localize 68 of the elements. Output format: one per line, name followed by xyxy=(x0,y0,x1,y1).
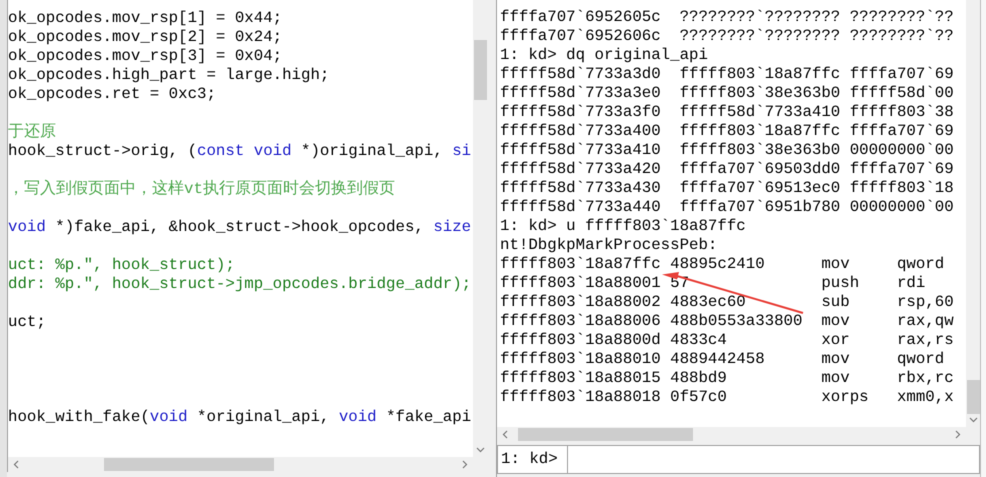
scrollbar-thumb[interactable] xyxy=(474,40,487,100)
address-text: fffff803`18a88001 xyxy=(500,274,662,293)
scroll-down-icon[interactable] xyxy=(969,417,978,423)
code-line: uct: %p.", hook_struct); xyxy=(8,256,235,275)
code-line: ok_opcodes.mov_rsp[3] = 0x04; xyxy=(8,47,282,66)
output-line: 1: kd> u fffff803`18a87ffc xyxy=(500,217,746,235)
operand-text: xmm0,x xyxy=(896,388,955,407)
output-line: fffff58d`7733a400 fffff803`18a87ffc ffffa707`69 xyxy=(500,122,954,140)
command-input[interactable] xyxy=(567,445,980,474)
operand-text: qword xyxy=(896,350,946,369)
mnemonic-text: mov xyxy=(821,255,851,274)
output-line: nt!DbgkpMarkProcessPeb: xyxy=(500,236,718,254)
address-text: fffff803`18a88018 xyxy=(500,388,662,407)
opcode-bytes: 4889442458 xyxy=(670,350,766,369)
output-line: fffff58d`7733a3e0 fffff803`38e363b0 fffff58d`00 xyxy=(500,84,954,102)
scroll-right-icon[interactable] xyxy=(955,430,961,439)
mnemonic-text: push xyxy=(821,274,860,293)
operand-text: rsp,60 xyxy=(896,293,955,312)
address-text: fffff803`18a88015 xyxy=(500,369,662,388)
mnemonic-text: mov xyxy=(821,312,851,331)
code-line: ok_opcodes.mov_rsp[1] = 0x44; xyxy=(8,9,282,28)
mnemonic-text: mov xyxy=(821,369,851,388)
output-line: fffff58d`7733a440 ffffa707`6951b780 00000000`00 xyxy=(500,198,954,216)
mnemonic-text: sub xyxy=(821,293,851,312)
opcode-bytes: 4833c4 xyxy=(670,331,728,350)
code-line: hook_struct->orig, (const void *)original_api, si xyxy=(8,142,472,161)
opcode-bytes: 0f57c0 xyxy=(670,388,728,407)
opcode-bytes: 48895c2410 xyxy=(670,255,766,274)
mnemonic-text: xor xyxy=(821,331,851,350)
code-line: ddr: %p.", hook_struct->jmp_opcodes.bridge_addr); xyxy=(8,275,472,294)
scroll-right-icon[interactable] xyxy=(462,460,468,469)
code-line: ok_opcodes.high_part = large.high; xyxy=(8,66,330,85)
code-line: hook_with_fake(void *original_api, void *fake_api xyxy=(8,408,472,427)
code-line: uct; xyxy=(8,313,46,332)
opcode-bytes: 4883ec60 xyxy=(670,293,747,312)
opcode-bytes: 488bd9 xyxy=(670,369,728,388)
code-line: ，写入到假页面中，这样vt执行原页面时会切换到假页 xyxy=(8,180,395,199)
code-line: ok_opcodes.ret = 0xc3; xyxy=(8,85,216,104)
output-line: ffffa707`6952605c ????????`???????? ????????`?? xyxy=(500,8,954,26)
operand-text: rdi xyxy=(896,274,926,293)
scroll-left-icon[interactable] xyxy=(13,460,19,469)
address-text: fffff803`18a87ffc xyxy=(500,255,662,274)
address-text: fffff803`18a88010 xyxy=(500,350,662,369)
code-editor[interactable] xyxy=(8,0,473,457)
scroll-left-icon[interactable] xyxy=(502,430,508,439)
scrollbar-thumb[interactable] xyxy=(967,380,980,414)
address-text: fffff803`18a88002 xyxy=(500,293,662,312)
opcode-bytes: 488b0553a33800 xyxy=(670,312,804,331)
operand-text: rbx,rc xyxy=(896,369,955,388)
code-line: 于还原 xyxy=(8,123,56,142)
output-line: fffff58d`7733a3d0 fffff803`18a87ffc ffffa707`69 xyxy=(500,65,954,83)
output-line: fffff58d`7733a3f0 fffff58d`7733a410 fffff803`38 xyxy=(500,103,954,121)
command-prompt: 1: kd> xyxy=(497,445,567,474)
operand-text: rax,qw xyxy=(896,312,955,331)
mnemonic-text: xorps xyxy=(821,388,870,407)
address-text: fffff803`18a8800d xyxy=(500,331,662,350)
code-line: ok_opcodes.mov_rsp[2] = 0x24; xyxy=(8,28,282,47)
output-line: fffff58d`7733a420 ffffa707`69503dd0 ffffa707`69 xyxy=(500,160,954,178)
mnemonic-text: mov xyxy=(821,350,851,369)
output-line: ffffa707`6952606c ????????`???????? ????????`?? xyxy=(500,27,954,45)
output-line: fffff58d`7733a430 ffffa707`69513ec0 fffff803`18 xyxy=(500,179,954,197)
output-line: fffff58d`7733a410 fffff803`38e363b0 00000000`00 xyxy=(500,141,954,159)
output-line: 1: kd> dq original_api xyxy=(500,46,708,64)
operand-text: qword xyxy=(896,255,946,274)
address-text: fffff803`18a88006 xyxy=(500,312,662,331)
operand-text: rax,rs xyxy=(896,331,955,350)
code-line: void *)fake_api, &hook_struct->hook_opcodes, size xyxy=(8,218,472,237)
scroll-down-icon[interactable] xyxy=(476,447,485,453)
